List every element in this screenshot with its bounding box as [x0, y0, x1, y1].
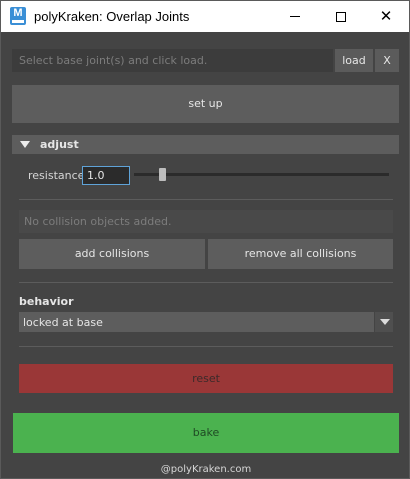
behavior-selected-value: locked at base	[23, 316, 103, 329]
adjust-section-title: adjust	[40, 138, 79, 151]
remove-all-collisions-button[interactable]: remove all collisions	[208, 239, 393, 269]
resistance-label: resistance	[28, 169, 85, 182]
adjust-section-header[interactable]: adjust	[12, 135, 399, 154]
minimize-icon	[290, 16, 300, 17]
maximize-icon	[336, 11, 346, 22]
resistance-input[interactable]: 1.0	[82, 166, 130, 185]
maximize-button[interactable]	[318, 1, 364, 32]
minimize-button[interactable]	[272, 1, 318, 32]
add-collisions-button[interactable]: add collisions	[19, 239, 205, 269]
app-icon-letter: M	[13, 7, 23, 19]
close-icon: ✕	[379, 7, 393, 25]
divider	[19, 199, 393, 200]
resistance-slider-handle[interactable]	[158, 168, 166, 181]
clear-joints-button[interactable]: X	[375, 49, 399, 72]
base-joint-field[interactable]: Select base joint(s) and click load.	[12, 49, 333, 72]
behavior-label: behavior	[19, 295, 74, 308]
divider	[19, 282, 393, 283]
window-title: polyKraken: Overlap Joints	[34, 9, 190, 24]
overlap-joints-window: M polyKraken: Overlap Joints ✕ Select ba…	[0, 0, 410, 479]
collision-objects-field: No collision objects added.	[19, 210, 393, 233]
divider	[19, 346, 393, 347]
chevron-down-icon	[380, 319, 390, 325]
maya-app-icon: M	[10, 7, 26, 25]
credit-text: @polyKraken.com	[160, 464, 252, 475]
load-button[interactable]: load	[335, 49, 373, 72]
behavior-dropdown[interactable]: locked at base	[19, 312, 393, 332]
close-button[interactable]: ✕	[363, 1, 409, 32]
title-bar[interactable]: M polyKraken: Overlap Joints ✕	[1, 1, 409, 32]
resistance-slider-track[interactable]	[134, 173, 389, 176]
set-up-button[interactable]: set up	[12, 85, 399, 123]
app-icon-bar	[12, 20, 24, 23]
reset-button[interactable]: reset	[19, 364, 393, 393]
expand-triangle-icon[interactable]	[20, 141, 30, 148]
dropdown-arrow-button[interactable]	[374, 312, 393, 332]
bake-button[interactable]: bake	[13, 413, 399, 453]
